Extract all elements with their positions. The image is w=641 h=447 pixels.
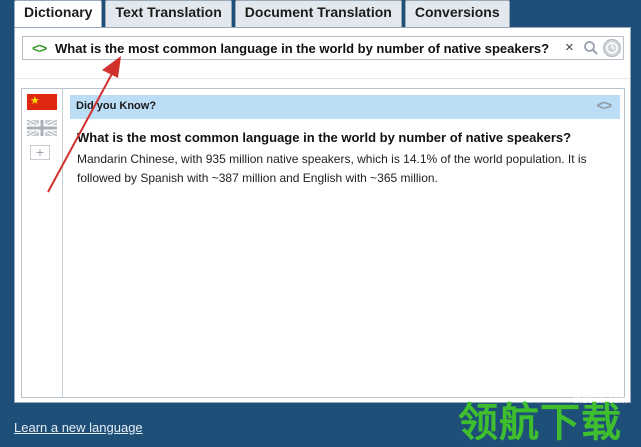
tab-dictionary[interactable]: Dictionary bbox=[14, 0, 103, 29]
fact-question: What is the most common language in the … bbox=[77, 130, 572, 145]
tab-document-translation[interactable]: Document Translation bbox=[234, 0, 402, 27]
language-sidebar: ★ + bbox=[22, 89, 63, 397]
history-icon[interactable] bbox=[603, 39, 621, 57]
clear-icon[interactable]: × bbox=[565, 39, 574, 56]
learn-new-language-link[interactable]: Learn a new language bbox=[14, 420, 143, 435]
search-icon[interactable] bbox=[583, 40, 599, 61]
did-you-know-title: Did you Know? bbox=[76, 100, 157, 112]
tab-conversions[interactable]: Conversions bbox=[404, 0, 510, 27]
search-input[interactable]: What is the most common language in the … bbox=[55, 41, 563, 56]
china-flag-icon[interactable]: ★ bbox=[27, 94, 57, 110]
fact-answer: Mandarin Chinese, with 935 million nativ… bbox=[77, 152, 587, 185]
dictionary-panel: <> What is the most common language in t… bbox=[14, 27, 631, 403]
did-you-know-bar: Did you Know? <> bbox=[70, 95, 620, 119]
tab-bar: Dictionary Text Translation Document Tra… bbox=[14, 0, 510, 29]
tab-text-translation[interactable]: Text Translation bbox=[105, 0, 232, 27]
next-fact-icon[interactable]: <> bbox=[597, 97, 612, 113]
swap-languages-icon[interactable]: <> bbox=[32, 40, 47, 56]
content-area: ★ + Did you Know? <> What is the most co… bbox=[21, 88, 625, 398]
add-language-button[interactable]: + bbox=[30, 145, 50, 160]
uk-flag-icon[interactable] bbox=[27, 120, 57, 136]
watermark-logo: 领航下载 bbox=[458, 400, 622, 446]
divider bbox=[15, 78, 630, 79]
search-bar: <> What is the most common language in t… bbox=[22, 36, 624, 60]
